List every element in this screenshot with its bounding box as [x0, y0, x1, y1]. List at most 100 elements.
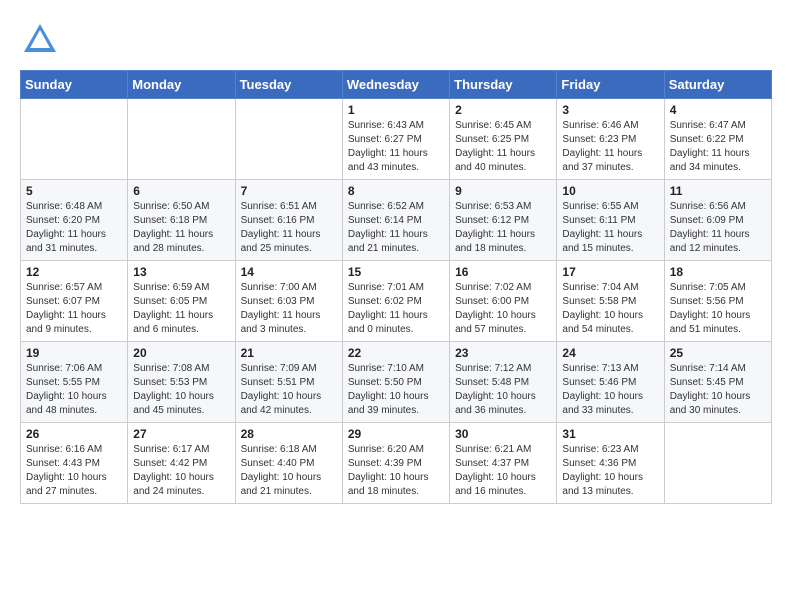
calendar-cell: 21 Sunrise: 7:09 AM Sunset: 5:51 PM Dayli…: [235, 342, 342, 423]
day-info: Sunrise: 7:14 AM Sunset: 5:45 PM Dayligh…: [670, 362, 766, 418]
day-number: 7: [241, 184, 337, 198]
day-info: Sunrise: 6:23 AM Sunset: 4:36 PM Dayligh…: [562, 443, 658, 499]
calendar-cell: 8 Sunrise: 6:52 AM Sunset: 6:14 PM Daylig…: [342, 180, 449, 261]
day-number: 19: [26, 346, 122, 360]
day-info: Sunrise: 7:02 AM Sunset: 6:00 PM Dayligh…: [455, 281, 551, 337]
day-number: 22: [348, 346, 444, 360]
day-info: Sunrise: 6:53 AM Sunset: 6:12 PM Dayligh…: [455, 200, 551, 256]
day-number: 3: [562, 103, 658, 117]
day-number: 18: [670, 265, 766, 279]
day-number: 8: [348, 184, 444, 198]
day-number: 6: [133, 184, 229, 198]
day-number: 20: [133, 346, 229, 360]
day-number: 23: [455, 346, 551, 360]
calendar-week-row: 19 Sunrise: 7:06 AM Sunset: 5:55 PM Dayli…: [21, 342, 772, 423]
calendar-cell: [235, 99, 342, 180]
calendar-cell: 31 Sunrise: 6:23 AM Sunset: 4:36 PM Dayli…: [557, 423, 664, 504]
day-info: Sunrise: 6:20 AM Sunset: 4:39 PM Dayligh…: [348, 443, 444, 499]
day-number: 4: [670, 103, 766, 117]
day-info: Sunrise: 6:17 AM Sunset: 4:42 PM Dayligh…: [133, 443, 229, 499]
day-number: 14: [241, 265, 337, 279]
day-number: 28: [241, 427, 337, 441]
day-number: 2: [455, 103, 551, 117]
day-info: Sunrise: 6:18 AM Sunset: 4:40 PM Dayligh…: [241, 443, 337, 499]
day-info: Sunrise: 7:04 AM Sunset: 5:58 PM Dayligh…: [562, 281, 658, 337]
calendar-cell: 5Sunrise: 6:48 AM Sunset: 6:20 PM Daylig…: [21, 180, 128, 261]
day-info: Sunrise: 7:00 AM Sunset: 6:03 PM Dayligh…: [241, 281, 337, 337]
calendar-cell: [21, 99, 128, 180]
calendar-table: SundayMondayTuesdayWednesdayThursdayFrid…: [20, 70, 772, 504]
day-number: 21: [241, 346, 337, 360]
calendar-cell: 25 Sunrise: 7:14 AM Sunset: 5:45 PM Dayli…: [664, 342, 771, 423]
logo-icon: [20, 20, 60, 60]
day-number: 10: [562, 184, 658, 198]
day-number: 25: [670, 346, 766, 360]
calendar-cell: 27 Sunrise: 6:17 AM Sunset: 4:42 PM Dayli…: [128, 423, 235, 504]
calendar-cell: 26Sunrise: 6:16 AM Sunset: 4:43 PM Dayli…: [21, 423, 128, 504]
calendar-cell: [664, 423, 771, 504]
day-info: Sunrise: 6:52 AM Sunset: 6:14 PM Dayligh…: [348, 200, 444, 256]
calendar-cell: 30 Sunrise: 6:21 AM Sunset: 4:37 PM Dayli…: [450, 423, 557, 504]
day-number: 31: [562, 427, 658, 441]
calendar-cell: 17 Sunrise: 7:04 AM Sunset: 5:58 PM Dayli…: [557, 261, 664, 342]
calendar-cell: 18Sunrise: 7:05 AM Sunset: 5:56 PM Dayli…: [664, 261, 771, 342]
calendar-cell: 22 Sunrise: 7:10 AM Sunset: 5:50 PM Dayli…: [342, 342, 449, 423]
weekday-header: Wednesday: [342, 71, 449, 99]
calendar-cell: 19 Sunrise: 7:06 AM Sunset: 5:55 PM Dayli…: [21, 342, 128, 423]
calendar-cell: 15 Sunrise: 7:01 AM Sunset: 6:02 PM Dayli…: [342, 261, 449, 342]
day-info: Sunrise: 7:13 AM Sunset: 5:46 PM Dayligh…: [562, 362, 658, 418]
day-info: Sunrise: 7:09 AM Sunset: 5:51 PM Dayligh…: [241, 362, 337, 418]
calendar-week-row: 12 Sunrise: 6:57 AM Sunset: 6:07 PM Dayli…: [21, 261, 772, 342]
day-info: Sunrise: 7:10 AM Sunset: 5:50 PM Dayligh…: [348, 362, 444, 418]
calendar-cell: 20Sunrise: 7:08 AM Sunset: 5:53 PM Dayli…: [128, 342, 235, 423]
day-info: Sunrise: 7:06 AM Sunset: 5:55 PM Dayligh…: [26, 362, 122, 418]
calendar-week-row: 1Sunrise: 6:43 AM Sunset: 6:27 PM Daylig…: [21, 99, 772, 180]
day-info: Sunrise: 6:55 AM Sunset: 6:11 PM Dayligh…: [562, 200, 658, 256]
calendar-cell: 2Sunrise: 6:45 AM Sunset: 6:25 PM Daylig…: [450, 99, 557, 180]
day-info: Sunrise: 6:16 AM Sunset: 4:43 PM Dayligh…: [26, 443, 122, 499]
day-number: 30: [455, 427, 551, 441]
day-number: 12: [26, 265, 122, 279]
calendar-cell: 3 Sunrise: 6:46 AM Sunset: 6:23 PM Daylig…: [557, 99, 664, 180]
day-info: Sunrise: 6:57 AM Sunset: 6:07 PM Dayligh…: [26, 281, 122, 337]
day-number: 13: [133, 265, 229, 279]
logo: [20, 20, 62, 60]
calendar-header-row: SundayMondayTuesdayWednesdayThursdayFrid…: [21, 71, 772, 99]
weekday-header: Saturday: [664, 71, 771, 99]
day-info: Sunrise: 6:56 AM Sunset: 6:09 PM Dayligh…: [670, 200, 766, 256]
weekday-header: Tuesday: [235, 71, 342, 99]
calendar-cell: 23 Sunrise: 7:12 AM Sunset: 5:48 PM Dayli…: [450, 342, 557, 423]
day-info: Sunrise: 6:50 AM Sunset: 6:18 PM Dayligh…: [133, 200, 229, 256]
calendar-cell: 1Sunrise: 6:43 AM Sunset: 6:27 PM Daylig…: [342, 99, 449, 180]
day-info: Sunrise: 7:01 AM Sunset: 6:02 PM Dayligh…: [348, 281, 444, 337]
day-info: Sunrise: 6:21 AM Sunset: 4:37 PM Dayligh…: [455, 443, 551, 499]
day-number: 16: [455, 265, 551, 279]
weekday-header: Friday: [557, 71, 664, 99]
weekday-header: Monday: [128, 71, 235, 99]
day-info: Sunrise: 7:12 AM Sunset: 5:48 PM Dayligh…: [455, 362, 551, 418]
calendar-week-row: 26Sunrise: 6:16 AM Sunset: 4:43 PM Dayli…: [21, 423, 772, 504]
day-info: Sunrise: 6:59 AM Sunset: 6:05 PM Dayligh…: [133, 281, 229, 337]
calendar-cell: 16 Sunrise: 7:02 AM Sunset: 6:00 PM Dayli…: [450, 261, 557, 342]
calendar-cell: 24 Sunrise: 7:13 AM Sunset: 5:46 PM Dayli…: [557, 342, 664, 423]
weekday-header: Sunday: [21, 71, 128, 99]
calendar-week-row: 5Sunrise: 6:48 AM Sunset: 6:20 PM Daylig…: [21, 180, 772, 261]
day-number: 15: [348, 265, 444, 279]
calendar-cell: 29 Sunrise: 6:20 AM Sunset: 4:39 PM Dayli…: [342, 423, 449, 504]
day-number: 24: [562, 346, 658, 360]
day-info: Sunrise: 6:47 AM Sunset: 6:22 PM Dayligh…: [670, 119, 766, 175]
day-number: 11: [670, 184, 766, 198]
day-number: 29: [348, 427, 444, 441]
calendar-cell: 9Sunrise: 6:53 AM Sunset: 6:12 PM Daylig…: [450, 180, 557, 261]
day-info: Sunrise: 6:46 AM Sunset: 6:23 PM Dayligh…: [562, 119, 658, 175]
calendar-cell: 13 Sunrise: 6:59 AM Sunset: 6:05 PM Dayli…: [128, 261, 235, 342]
calendar-cell: 12 Sunrise: 6:57 AM Sunset: 6:07 PM Dayli…: [21, 261, 128, 342]
calendar-cell: [128, 99, 235, 180]
day-number: 17: [562, 265, 658, 279]
calendar-cell: 7 Sunrise: 6:51 AM Sunset: 6:16 PM Daylig…: [235, 180, 342, 261]
day-number: 27: [133, 427, 229, 441]
weekday-header: Thursday: [450, 71, 557, 99]
day-info: Sunrise: 6:51 AM Sunset: 6:16 PM Dayligh…: [241, 200, 337, 256]
day-info: Sunrise: 6:43 AM Sunset: 6:27 PM Dayligh…: [348, 119, 444, 175]
calendar-cell: 10 Sunrise: 6:55 AM Sunset: 6:11 PM Dayli…: [557, 180, 664, 261]
